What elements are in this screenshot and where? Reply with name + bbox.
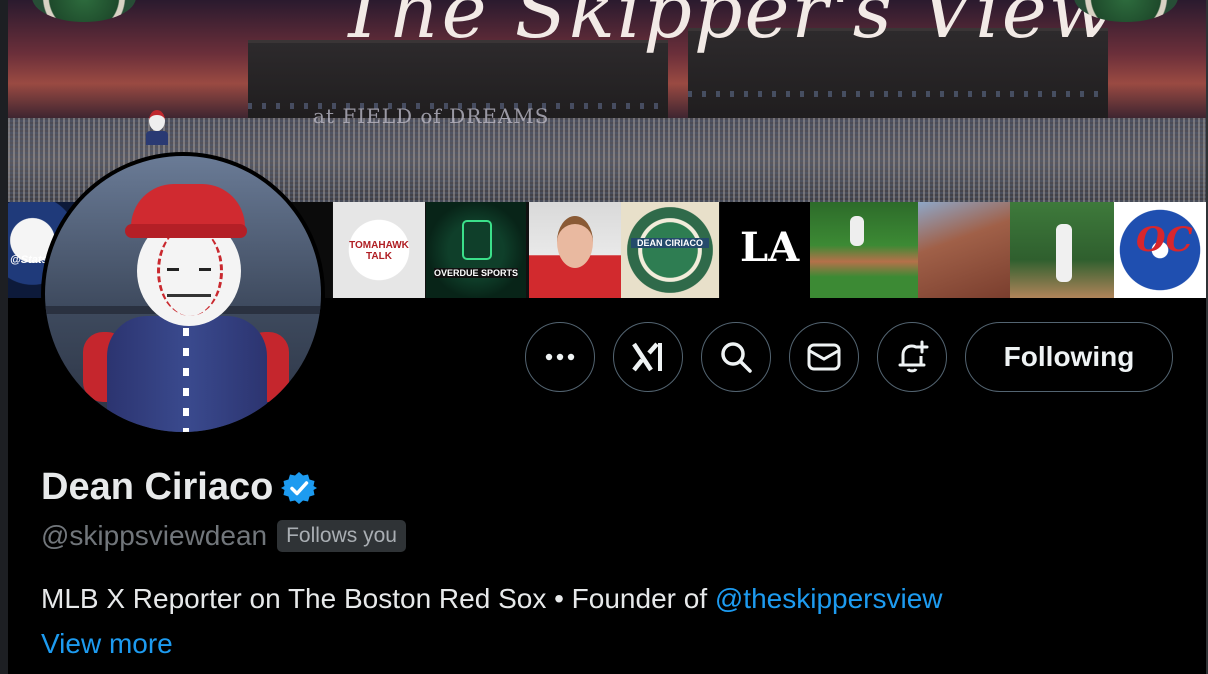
notify-button[interactable]: [877, 322, 947, 392]
tile-la-logo: LA: [720, 202, 810, 298]
tile-dean-ciriaco-logo: DEAN CIRIACO: [621, 202, 719, 298]
venue-sign: at FIELD of DREAMS: [313, 104, 550, 128]
mail-icon: [807, 343, 841, 371]
more-button[interactable]: [525, 322, 595, 392]
view-more-link[interactable]: View more: [41, 628, 173, 660]
search-icon: [721, 342, 752, 373]
handle-row: @skippsviewdean Follows you: [41, 520, 406, 552]
tile-tomahawk-talk: TOMAHAWK TALK: [333, 202, 425, 298]
banner-title: The Skipper's View: [338, 0, 1116, 55]
tile-oc-logo: OC: [1114, 202, 1206, 298]
avatar-image: [45, 156, 321, 432]
follows-you-badge: Follows you: [277, 520, 406, 552]
grok-icon: [632, 342, 662, 372]
more-icon: [545, 353, 575, 361]
tile-building: [918, 202, 1010, 298]
window-edge: [0, 0, 8, 674]
tile-person-photo: [529, 202, 621, 298]
bio-mention-link[interactable]: @theskippersview: [715, 583, 943, 614]
tile-overdue-sports: OVERDUE SPORTS: [426, 202, 526, 298]
tile-player: [1010, 202, 1114, 298]
bio-text: MLB X Reporter on The Boston Red Sox • F…: [41, 583, 715, 614]
verified-badge-icon[interactable]: [281, 470, 318, 506]
name-row: Dean Ciriaco: [41, 466, 318, 509]
grok-button[interactable]: [613, 322, 683, 392]
profile-bio: MLB X Reporter on The Boston Red Sox • F…: [41, 583, 943, 615]
message-button[interactable]: [789, 322, 859, 392]
following-button[interactable]: Following: [965, 322, 1173, 392]
mascot-figure: [144, 110, 170, 145]
display-name: Dean Ciriaco: [41, 466, 274, 508]
search-button[interactable]: [701, 322, 771, 392]
profile-avatar[interactable]: [41, 152, 325, 436]
tile-baseball-action: [810, 202, 918, 298]
banner-logo-left: [32, 0, 136, 22]
bell-plus-icon: [898, 340, 929, 373]
user-handle: @skippsviewdean: [41, 520, 268, 551]
